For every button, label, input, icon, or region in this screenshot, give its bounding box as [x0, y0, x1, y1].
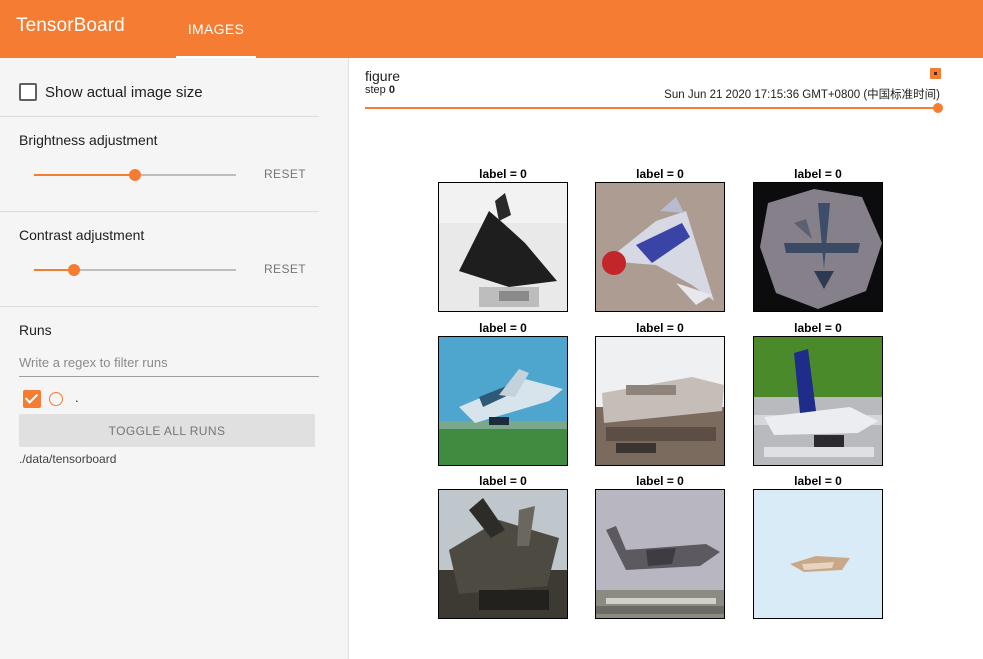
expand-icon[interactable]	[930, 68, 941, 79]
image-cell: label = 0	[438, 473, 568, 619]
image-cell: label = 0	[595, 166, 725, 312]
brightness-reset-button[interactable]: RESET	[260, 167, 310, 181]
airplane-image	[595, 336, 725, 466]
contrast-slider[interactable]	[34, 263, 236, 277]
run-timestamp: Sun Jun 21 2020 17:15:36 GMT+0800 (中国标准时…	[664, 89, 940, 101]
step-slider-track[interactable]	[365, 107, 938, 109]
airplane-image	[438, 182, 568, 312]
tab-images[interactable]: IMAGES	[176, 0, 256, 58]
airplane-image	[753, 182, 883, 312]
step-indicator: step 0	[365, 84, 395, 96]
run-color-indicator[interactable]	[49, 392, 63, 406]
image-label: label = 0	[636, 321, 684, 335]
image-cell: label = 0	[753, 473, 883, 619]
top-app-bar: TensorBoard IMAGES	[0, 0, 983, 58]
logdir-path: ./data/tensorboard	[19, 452, 117, 466]
run-item[interactable]: .	[23, 390, 79, 408]
runs-title: Runs	[19, 322, 52, 338]
tab-images-label: IMAGES	[187, 21, 245, 37]
show-actual-size-toggle[interactable]: Show actual image size	[19, 83, 203, 101]
airplane-image	[438, 336, 568, 466]
main-content: figure step 0 Sun Jun 21 2020 17:15:36 G…	[350, 58, 983, 659]
image-label: label = 0	[794, 167, 842, 181]
step-label: step	[365, 84, 386, 96]
brightness-title: Brightness adjustment	[19, 132, 158, 148]
section-divider	[0, 211, 319, 212]
airplane-image	[753, 336, 883, 466]
contrast-slider-knob[interactable]	[68, 264, 81, 276]
image-cell: label = 0	[595, 473, 725, 619]
contrast-title: Contrast adjustment	[19, 227, 145, 243]
airplane-image	[753, 489, 883, 619]
image-label: label = 0	[636, 474, 684, 488]
section-divider	[0, 306, 319, 307]
image-cell: label = 0	[753, 320, 883, 466]
image-cell: label = 0	[438, 320, 568, 466]
image-label: label = 0	[794, 474, 842, 488]
step-value: 0	[388, 84, 395, 96]
section-divider	[0, 116, 319, 117]
airplane-image	[595, 182, 725, 312]
run-name: .	[75, 389, 79, 405]
run-checkbox[interactable]	[23, 390, 41, 408]
runs-filter-input[interactable]	[19, 349, 319, 377]
image-label: label = 0	[479, 321, 527, 335]
image-label: label = 0	[479, 474, 527, 488]
show-actual-size-checkbox[interactable]	[19, 83, 37, 101]
brightness-slider-knob[interactable]	[129, 169, 141, 181]
image-cell: label = 0	[595, 320, 725, 466]
brightness-slider[interactable]	[34, 168, 236, 182]
toggle-all-runs-button[interactable]: TOGGLE ALL RUNS	[19, 414, 315, 447]
app-brand: TensorBoard	[16, 15, 125, 36]
show-actual-size-label: Show actual image size	[45, 83, 203, 101]
image-cell: label = 0	[438, 166, 568, 312]
image-label: label = 0	[636, 167, 684, 181]
sidebar: Show actual image size Brightness adjust…	[0, 58, 349, 659]
contrast-reset-button[interactable]: RESET	[260, 262, 310, 276]
step-slider-knob[interactable]	[933, 103, 943, 113]
card-tag-title: figure	[365, 68, 401, 84]
image-label: label = 0	[479, 167, 527, 181]
airplane-image	[595, 489, 725, 619]
brightness-slider-fill	[34, 174, 135, 176]
image-cell: label = 0	[753, 166, 883, 312]
airplane-image	[438, 489, 568, 619]
image-label: label = 0	[794, 321, 842, 335]
